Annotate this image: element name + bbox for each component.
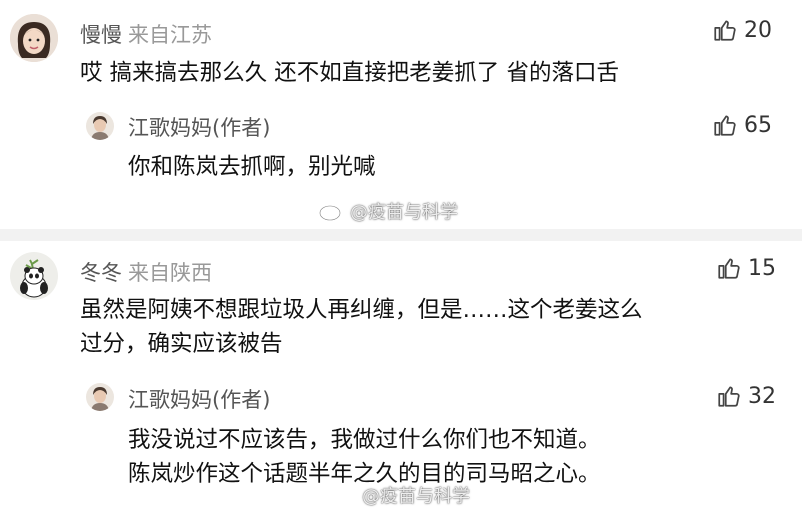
reply-text: 我没说过不应该告，我做过什么你们也不知道。 陈岚炒作这个话题半年之久的目的司马昭… <box>128 423 601 491</box>
author-avatar-image <box>86 383 114 411</box>
comment-author[interactable]: 冬冬 来自陕西 <box>80 257 212 287</box>
like-count: 32 <box>748 383 776 409</box>
reply-text: 你和陈岚去抓啊，别光喊 <box>128 150 376 184</box>
comment-location: 来自江苏 <box>128 23 212 47</box>
comment-location: 来自陕西 <box>128 261 212 285</box>
comment-author-name[interactable]: 冬冬 <box>80 261 122 285</box>
comment-author[interactable]: 慢慢 来自江苏 <box>80 19 212 49</box>
weibo-logo-icon <box>319 202 345 221</box>
like-button[interactable]: 32 <box>716 383 776 409</box>
like-count: 65 <box>744 112 772 138</box>
avatar[interactable] <box>10 252 58 300</box>
weibo-logo-icon <box>331 486 357 505</box>
like-count: 15 <box>748 255 776 281</box>
watermark-text: @疫苗与科学 <box>350 202 458 223</box>
like-button[interactable]: 65 <box>712 112 772 138</box>
watermark-text: @疫苗与科学 <box>362 486 470 507</box>
reply-avatar[interactable] <box>86 112 114 140</box>
reply-author[interactable]: 江歌妈妈(作者) <box>128 384 270 414</box>
comment-divider <box>0 229 802 241</box>
like-count: 20 <box>744 17 772 43</box>
thumbs-up-icon <box>718 386 740 407</box>
like-button[interactable]: 15 <box>716 255 776 281</box>
thumbs-up-icon <box>714 20 736 41</box>
comment-text-line: 虽然是阿姨不想跟垃圾人再纠缠，但是……这个老姜这么 <box>80 297 643 323</box>
thumbs-up-icon <box>718 258 740 279</box>
panda-avatar-image <box>10 252 58 300</box>
reply-author[interactable]: 江歌妈妈(作者) <box>128 112 270 142</box>
avatar[interactable] <box>10 14 58 62</box>
watermark: @疫苗与科学 <box>318 198 458 224</box>
reply-avatar[interactable] <box>86 383 114 411</box>
reply-text-line: 你和陈岚去抓啊，别光喊 <box>128 154 376 180</box>
watermark: @疫苗与科学 <box>330 482 470 508</box>
comment-text-line: 过分，确实应该被告 <box>80 331 283 357</box>
comment-text: 哎 搞来搞去那么久 还不如直接把老姜抓了 省的落口舌 <box>80 56 619 90</box>
thumbs-up-icon <box>714 115 736 136</box>
comment-text-line: 哎 搞来搞去那么久 还不如直接把老姜抓了 省的落口舌 <box>80 60 619 86</box>
comment-text: 虽然是阿姨不想跟垃圾人再纠缠，但是……这个老姜这么 过分，确实应该被告 <box>80 293 643 361</box>
reply-text-line: 我没说过不应该告，我做过什么你们也不知道。 <box>128 427 601 453</box>
user-avatar-image <box>10 14 58 62</box>
comment-author-name[interactable]: 慢慢 <box>80 23 122 47</box>
author-avatar-image <box>86 112 114 140</box>
like-button[interactable]: 20 <box>712 17 772 43</box>
